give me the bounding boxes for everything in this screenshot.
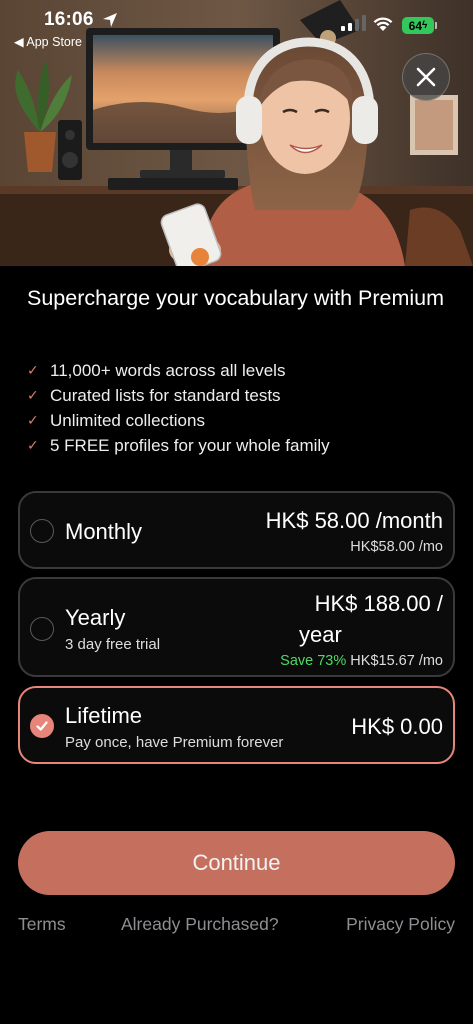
location-arrow-icon <box>103 13 117 27</box>
close-icon <box>416 67 436 87</box>
plan-price-line1: HK$ 188.00 / <box>314 591 443 616</box>
plan-monthly-rate: HK$58.00 /mo <box>350 539 443 555</box>
checkmark-icon <box>36 721 48 731</box>
plan-price: HK$ 58.00 /month <box>265 508 443 533</box>
feature-item: ✓ 5 FREE profiles for your whole family <box>27 433 330 458</box>
check-icon: ✓ <box>27 387 39 403</box>
back-to-app-store[interactable]: ◀ App Store <box>14 34 82 49</box>
charging-bolt-icon: ϟ <box>422 20 428 31</box>
plan-rate-row: Save 73% HK$15.67 /mo <box>280 653 443 669</box>
feature-item: ✓ 11,000+ words across all levels <box>27 358 330 383</box>
privacy-policy-link[interactable]: Privacy Policy <box>346 914 455 935</box>
radio-selected[interactable] <box>30 714 54 738</box>
check-icon: ✓ <box>27 437 39 453</box>
plan-name: Monthly <box>65 519 143 544</box>
continue-button[interactable]: Continue <box>18 831 455 895</box>
feature-item: ✓ Curated lists for standard tests <box>27 383 330 408</box>
plan-subtitle: Pay once, have Premium forever <box>65 734 284 751</box>
radio-unselected[interactable] <box>30 519 54 543</box>
plan-monthly-rate: HK$15.67 /mo <box>350 653 443 669</box>
feature-label: Curated lists for standard tests <box>50 385 281 405</box>
plan-subtitle: 3 day free trial <box>65 636 161 653</box>
plan-price: HK$ 0.00 <box>351 714 443 739</box>
save-badge: Save 73% <box>280 653 347 669</box>
page-title: Supercharge your vocabulary with Premium <box>27 286 445 310</box>
feature-item: ✓ Unlimited collections <box>27 408 330 433</box>
plan-name: Lifetime <box>65 703 143 728</box>
battery-indicator: 64 ϟ <box>402 17 434 34</box>
feature-label: 11,000+ words across all levels <box>50 360 286 380</box>
radio-unselected[interactable] <box>30 617 54 641</box>
status-time: 16:06 <box>44 9 94 30</box>
status-bar: 16:06 ◀ App Store 64 ϟ <box>0 0 473 52</box>
battery-level: 64 <box>408 18 423 33</box>
check-icon: ✓ <box>27 412 39 428</box>
feature-list: ✓ 11,000+ words across all levels ✓ Curate… <box>27 358 330 458</box>
battery-tip <box>435 22 437 29</box>
feature-label: Unlimited collections <box>50 410 205 430</box>
close-button[interactable] <box>402 53 450 101</box>
already-purchased-link[interactable]: Already Purchased? <box>121 914 279 935</box>
check-icon: ✓ <box>27 362 39 378</box>
plan-name: Yearly <box>65 605 126 630</box>
terms-link[interactable]: Terms <box>18 914 66 935</box>
plan-option-monthly[interactable]: Monthly HK$ 58.00 /month HK$58.00 /mo <box>18 491 455 569</box>
plan-option-yearly[interactable]: Yearly 3 day free trial HK$ 188.00 / yea… <box>18 577 455 677</box>
plan-option-lifetime[interactable]: Lifetime Pay once, have Premium forever … <box>18 686 455 764</box>
feature-label: 5 FREE profiles for your whole family <box>50 435 330 455</box>
cellular-signal-icon <box>341 15 366 31</box>
plan-price-line2: year <box>299 622 342 647</box>
wifi-icon <box>373 17 393 31</box>
